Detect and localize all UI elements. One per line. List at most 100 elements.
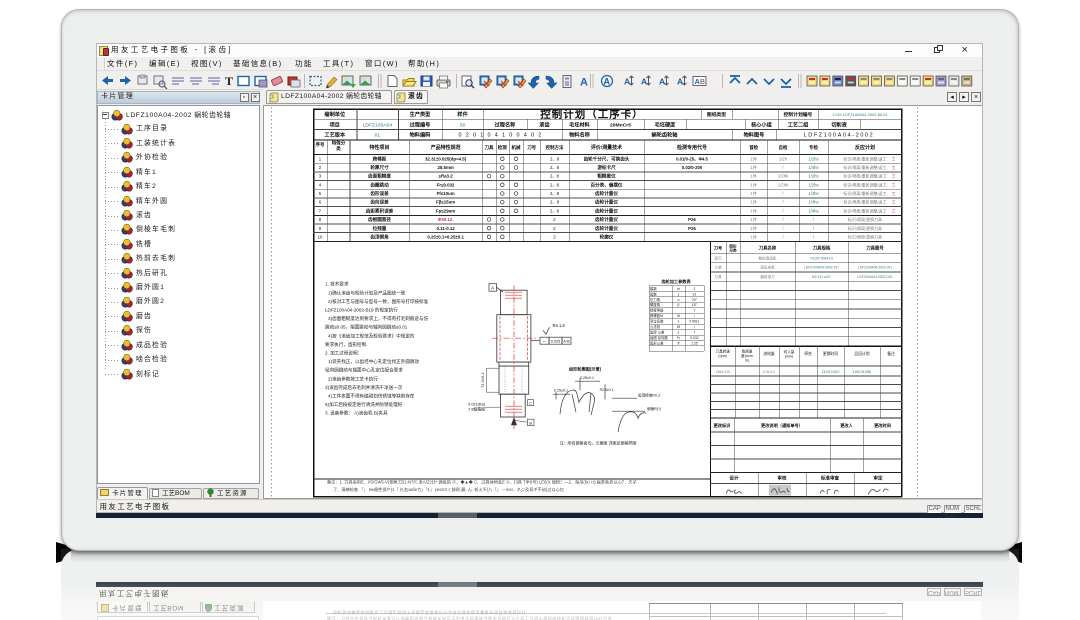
svg-text:自检: 自检	[779, 144, 788, 151]
svg-text:角周速: 角周速	[742, 348, 753, 353]
svg-text:LDFZ100A04-2002: LDFZ100A04-2002	[804, 132, 875, 138]
svg-text:1.25: 1.25	[691, 341, 698, 345]
svg-text:压力角: 压力角	[650, 297, 660, 302]
svg-text:1件: 1件	[750, 155, 757, 162]
svg-text:Fr: Fr	[677, 336, 681, 340]
svg-text:in): in)	[745, 358, 749, 362]
svg-text:/: /	[782, 165, 784, 170]
svg-text:类: 类	[336, 145, 341, 152]
svg-text:1件: 1件	[750, 216, 757, 223]
svg-text:设计: 设计	[729, 474, 739, 481]
svg-text:齿轮计量仪: 齿轮计量仪	[595, 198, 618, 205]
svg-text:P26: P26	[688, 217, 696, 222]
svg-text:滚齿: 滚齿	[539, 120, 550, 128]
svg-text:工艺二组: 工艺二组	[788, 120, 810, 128]
svg-text:更改说明（通知单号）: 更改说明（通知单号）	[761, 422, 803, 429]
svg-text:齿形轮廓图(示意): 齿形轮廓图(示意)	[569, 365, 602, 372]
svg-text:反应计划: 反应计划	[855, 144, 875, 151]
svg-text:2、8: 2、8	[550, 165, 560, 170]
svg-text:0.01/0-25、Φ4.5: 0.01/0-25、Φ4.5	[676, 156, 708, 162]
svg-text:轮廓仪: 轮廓仪	[600, 233, 614, 240]
svg-text:变位系数: 变位系数	[650, 318, 664, 323]
svg-text:齿数: 齿数	[650, 291, 657, 296]
svg-text:毛坯硬度: 毛坯硬度	[655, 120, 677, 128]
svg-text:度(m/m: 度(m/m	[741, 353, 753, 358]
svg-text:10: 10	[318, 234, 323, 239]
svg-text:3: 3	[319, 173, 322, 178]
svg-text:螺旋角: 螺旋角	[650, 302, 660, 307]
svg-text:标识/隔离/重新调整/返工: 标识/隔离/重新调整/返工	[843, 207, 886, 213]
svg-text:工: 工	[891, 208, 895, 213]
svg-text:齿圈 径向跳: 齿圈 径向跳	[650, 335, 668, 340]
svg-text:齿圈跳动: 齿圈跳动	[370, 181, 389, 188]
svg-text:工: 工	[891, 173, 895, 178]
svg-text:滚刀: 滚刀	[714, 255, 722, 260]
svg-text:标识/隔离/更换刀具: 标识/隔离/更换刀具	[848, 233, 882, 239]
svg-text:β: β	[678, 303, 680, 307]
svg-text:物料图号: 物料图号	[744, 130, 765, 138]
svg-text:4185 281982: 4185 281982	[853, 370, 872, 374]
svg-text:2: 2	[553, 226, 556, 231]
svg-text:工艺版本: 工艺版本	[324, 130, 346, 138]
svg-text:切入量: 切入量	[784, 349, 795, 354]
svg-text:齿厚 公差: 齿厚 公差	[650, 329, 665, 334]
svg-text:更换时间: 更换时间	[823, 351, 838, 356]
svg-text:跨棒距M: 跨棒距M	[650, 313, 663, 318]
svg-text:A: A	[580, 76, 588, 88]
svg-text:标识/隔离/更换刀具: 标识/隔离/更换刀具	[848, 216, 882, 222]
svg-text:停合: 停合	[804, 351, 812, 356]
svg-text:齿形误差: 齿形误差	[370, 190, 389, 197]
svg-text:2: 2	[693, 287, 695, 291]
svg-text:控制方法: 控制方法	[546, 144, 564, 151]
svg-text:α: α	[678, 298, 680, 302]
svg-text:Ra 1.6: Ra 1.6	[553, 323, 566, 328]
svg-text:W: W	[677, 325, 681, 329]
svg-text:1/2h: 1/2h	[779, 156, 788, 161]
svg-text:产品特性规范: 产品特性规范	[431, 144, 461, 151]
svg-text:15°: 15°	[692, 303, 698, 307]
svg-text:齿轮加工参数表: 齿轮加工参数表	[661, 278, 691, 285]
svg-text:磨前滚刀: 磨前滚刀	[760, 274, 775, 279]
svg-text:0.021(Ra): 0.021(Ra)	[468, 402, 486, 406]
svg-text:齿轮计量仪: 齿轮计量仪	[595, 225, 618, 232]
svg-text:1件: 1件	[750, 198, 757, 205]
svg-text:刀具转速: 刀具转速	[716, 348, 731, 353]
svg-text:ff: ff	[678, 341, 680, 345]
svg-text:2. 加工过程说明：: 2. 加工过程说明：	[325, 349, 362, 356]
svg-text:x: x	[678, 319, 680, 323]
svg-text:LDF2100A04-2002-J01: LDF2100A04-2002-J01	[804, 265, 839, 269]
svg-text:1319174510: 1319174510	[822, 370, 840, 374]
svg-text:刀具规格: 刀具规格	[812, 244, 831, 251]
svg-text:Φ39.12.: Φ39.12.	[438, 217, 454, 222]
svg-text:刀具图号: 刀具图号	[865, 244, 884, 251]
svg-text:核心小组: 核心小组	[751, 120, 773, 128]
svg-text:M2 Z11 α20°: M2 Z11 α20°	[812, 275, 832, 279]
svg-text:备注: 备注	[887, 351, 895, 356]
svg-text:2、8: 2、8	[550, 199, 560, 204]
svg-text:要求执行，齿形控制.: 要求执行，齿形控制.	[325, 341, 367, 348]
svg-text:2: 2	[319, 165, 322, 170]
svg-text:4)按《滚齿加工规范及检验要求》中规定的: 4)按《滚齿加工规范及检验要求》中规定的	[328, 332, 415, 339]
svg-text:刀具: 刀具	[485, 144, 494, 151]
svg-text:品回计划: 品回计划	[854, 351, 869, 356]
svg-text:1: 1	[319, 156, 322, 161]
svg-text:审定: 审定	[873, 474, 883, 481]
svg-text:(mm): (mm)	[785, 354, 793, 358]
svg-text:1/4hs: 1/4hs	[808, 165, 818, 170]
svg-text:32.31±0.025(dp=4.5): 32.31±0.025(dp=4.5)	[425, 156, 467, 161]
svg-text:A: A	[677, 76, 683, 86]
svg-text:1件: 1件	[750, 233, 757, 240]
svg-text:备注：1. 刀具采用E、I/S/GW5-V(倒角刀31-N7: 备注：1. 刀具采用E、I/S/GW5-V(倒角刀31-N7/C 发A/Z2(3…	[327, 478, 637, 485]
svg-text:齿形公差: 齿形公差	[650, 340, 664, 345]
svg-text:物料编码: 物料编码	[410, 130, 431, 138]
svg-text:7-8级精度: 7-8级精度	[468, 406, 485, 411]
svg-text:控制计划（工序卡）: 控制计划（工序卡）	[540, 107, 643, 120]
svg-text:71.5±0.1: 71.5±0.1	[480, 371, 485, 387]
svg-text:LDFZ100A04-2002-B19 的规定执行: LDFZ100A04-2002-B19 的规定执行	[325, 306, 398, 313]
svg-text:1/4hs: 1/4hs	[808, 199, 818, 204]
svg-text:粗糙度仪: 粗糙度仪	[597, 172, 616, 179]
svg-text:精度等级: 精度等级	[650, 307, 664, 312]
svg-text:/: /	[782, 199, 784, 204]
svg-text:T: T	[225, 74, 233, 88]
svg-text:2、8: 2、8	[550, 208, 560, 213]
